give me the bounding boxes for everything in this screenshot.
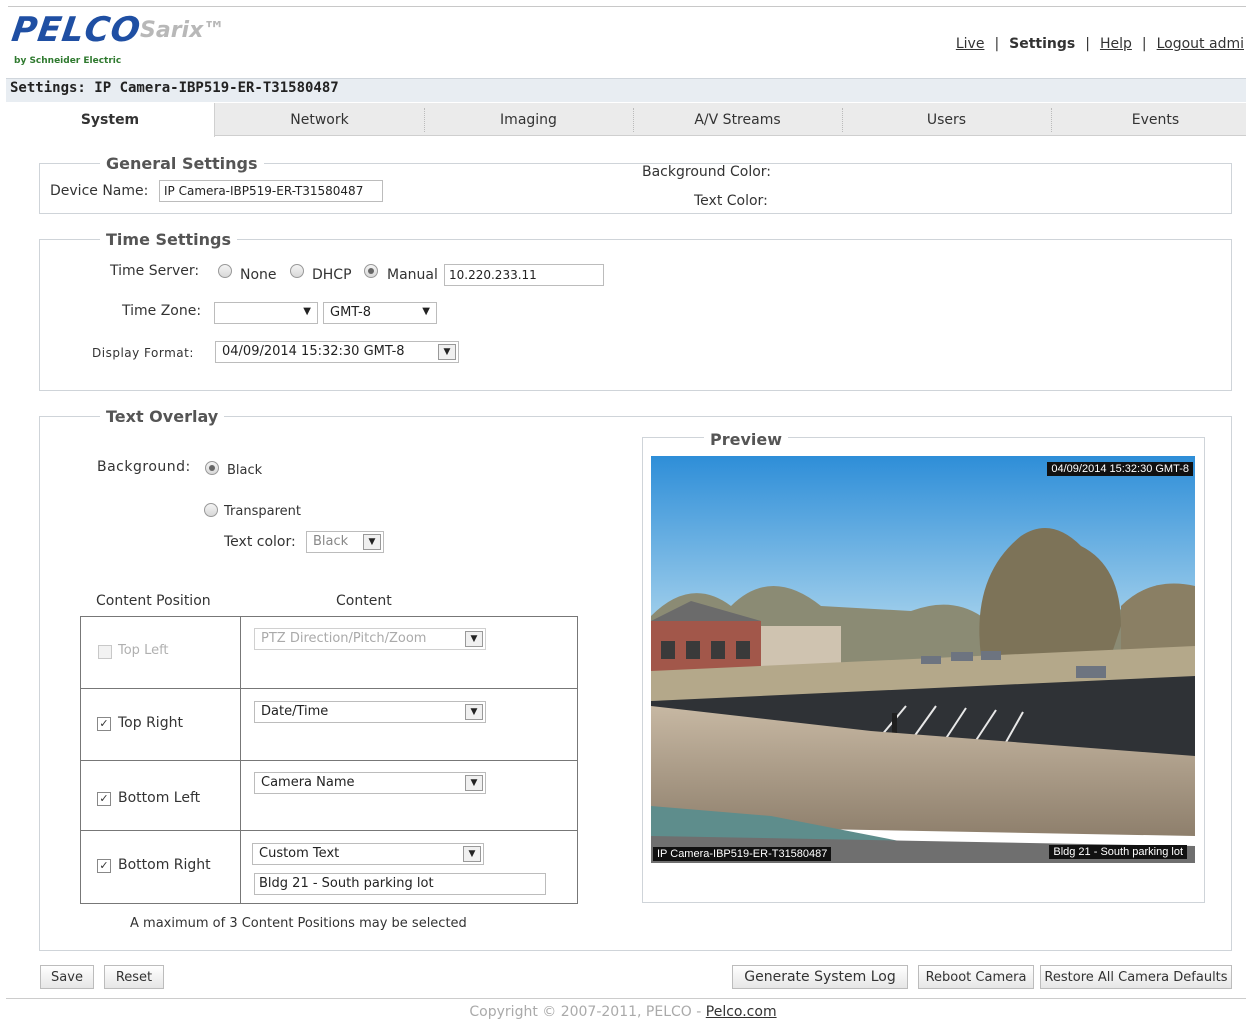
overlay-text-color-label: Text color:: [224, 534, 296, 550]
chevron-down-icon: ▼: [463, 846, 481, 862]
table-divider: [80, 830, 578, 831]
top-left-checkbox[interactable]: [98, 645, 112, 659]
preview-legend: Preview: [704, 430, 789, 449]
general-settings-legend: General Settings: [106, 154, 258, 173]
bottom-left-label: Bottom Left: [118, 790, 201, 806]
content-header: Content: [336, 593, 392, 609]
tab-network[interactable]: Network: [215, 103, 424, 136]
display-format-value: 04/09/2014 15:32:30 GMT-8: [222, 344, 405, 359]
top-left-content-value: PTZ Direction/Pitch/Zoom: [261, 631, 427, 646]
time-zone-label: Time Zone:: [122, 303, 202, 319]
display-format-select[interactable]: 04/09/2014 15:32:30 GMT-8 ▼: [215, 341, 459, 363]
chevron-down-icon: ▼: [363, 534, 381, 550]
page-title: Settings: IP Camera-IBP519-ER-T31580487: [10, 80, 339, 96]
reset-button[interactable]: Reset: [104, 965, 164, 989]
time-server-none-radio[interactable]: [218, 264, 232, 278]
chevron-down-icon: ▼: [422, 306, 430, 317]
preview-overlay-datetime: 04/09/2014 15:32:30 GMT-8: [1047, 462, 1193, 476]
tab-events[interactable]: Events: [1051, 103, 1246, 136]
tab-users[interactable]: Users: [842, 103, 1051, 136]
chevron-down-icon: ▼: [465, 631, 483, 647]
top-left-label: Top Left: [118, 643, 169, 658]
copyright-text: Copyright © 2007-2011, PELCO -: [469, 1004, 702, 1020]
device-name-label: Device Name:: [50, 183, 149, 199]
background-transparent-radio[interactable]: [204, 503, 218, 517]
reboot-camera-button[interactable]: Reboot Camera: [918, 965, 1034, 989]
bottom-right-checkbox[interactable]: ✓: [97, 859, 111, 873]
time-server-label: Time Server:: [110, 263, 200, 279]
bottom-left-checkbox[interactable]: ✓: [97, 792, 111, 806]
background-transparent-label: Transparent: [224, 504, 301, 519]
text-color-label: Text Color:: [694, 193, 768, 209]
bottom-right-content-value: Custom Text: [259, 846, 340, 861]
footer-divider: [6, 998, 1246, 999]
chevron-down-icon: ▼: [465, 704, 483, 720]
bottom-left-content-select[interactable]: Camera Name ▼: [254, 772, 486, 794]
tab-av-streams[interactable]: A/V Streams: [633, 103, 842, 136]
content-position-header: Content Position: [96, 593, 211, 609]
table-divider: [80, 760, 578, 761]
time-zone-offset-select[interactable]: GMT-8 ▼: [323, 302, 437, 324]
save-button[interactable]: Save: [40, 965, 94, 989]
top-right-content-select[interactable]: Date/Time ▼: [254, 701, 486, 723]
top-border: [8, 6, 1246, 7]
chevron-down-icon: ▼: [465, 775, 483, 791]
time-server-input[interactable]: 10.220.233.11: [444, 264, 604, 286]
camera-preview-image: 04/09/2014 15:32:30 GMT-8 IP Camera-IBP5…: [651, 456, 1195, 863]
background-color-label: Background Color:: [642, 164, 771, 180]
bottom-right-label: Bottom Right: [118, 857, 211, 873]
top-nav: Live | Settings | Help | Logout admi: [955, 36, 1244, 52]
top-right-content-value: Date/Time: [261, 704, 329, 719]
display-format-label: Display Format:: [92, 346, 194, 360]
tab-imaging[interactable]: Imaging: [424, 103, 633, 136]
top-right-label: Top Right: [118, 715, 183, 731]
overlay-text-color-select[interactable]: Black ▼: [306, 531, 384, 553]
device-name-input[interactable]: IP Camera-IBP519-ER-T31580487: [159, 180, 383, 202]
bottom-right-content-select[interactable]: Custom Text ▼: [252, 843, 484, 865]
preview-overlay-camera-name: IP Camera-IBP519-ER-T31580487: [653, 847, 832, 861]
restore-defaults-button[interactable]: Restore All Camera Defaults: [1040, 965, 1232, 989]
time-settings-legend: Time Settings: [106, 230, 232, 249]
custom-text-input[interactable]: Bldg 21 - South parking lot: [254, 873, 546, 895]
generate-system-log-button[interactable]: Generate System Log: [732, 965, 908, 989]
text-overlay-legend: Text Overlay: [106, 407, 219, 426]
sarix-logo: Sarix™: [140, 18, 226, 43]
content-position-note: A maximum of 3 Content Positions may be …: [130, 916, 467, 931]
background-black-radio[interactable]: [205, 461, 219, 475]
schneider-logo: by Schneider Electric: [14, 56, 122, 66]
overlay-text-color-value: Black: [313, 534, 349, 549]
time-server-dhcp-radio[interactable]: [290, 264, 304, 278]
preview-overlay-custom-text: Bldg 21 - South parking lot: [1049, 845, 1187, 859]
table-divider: [80, 688, 578, 689]
parking-lot-scene: [651, 456, 1195, 863]
top-right-checkbox[interactable]: ✓: [97, 717, 111, 731]
background-black-label: Black: [227, 463, 263, 478]
live-link[interactable]: Live: [956, 36, 985, 52]
help-link[interactable]: Help: [1100, 36, 1132, 52]
time-server-none-label: None: [240, 267, 277, 283]
time-zone-offset-value: GMT-8: [330, 305, 371, 320]
time-server-manual-label: Manual: [387, 267, 438, 283]
chevron-down-icon: ▼: [303, 306, 311, 317]
top-left-content-select[interactable]: PTZ Direction/Pitch/Zoom ▼: [254, 628, 486, 650]
chevron-down-icon: ▼: [438, 344, 456, 360]
logout-link[interactable]: Logout admi: [1157, 36, 1244, 52]
settings-link[interactable]: Settings: [1009, 36, 1075, 52]
pelco-logo: PELCO: [9, 10, 144, 50]
overlay-background-label: Background:: [97, 459, 191, 475]
tab-system[interactable]: System: [6, 103, 215, 137]
time-server-manual-radio[interactable]: [364, 264, 378, 278]
pelco-link[interactable]: Pelco.com: [706, 1004, 777, 1020]
time-zone-region-select[interactable]: ▼: [214, 302, 318, 324]
time-server-dhcp-label: DHCP: [312, 267, 352, 283]
bottom-left-content-value: Camera Name: [261, 775, 355, 790]
footer: Copyright © 2007-2011, PELCO - Pelco.com: [0, 1004, 1246, 1020]
